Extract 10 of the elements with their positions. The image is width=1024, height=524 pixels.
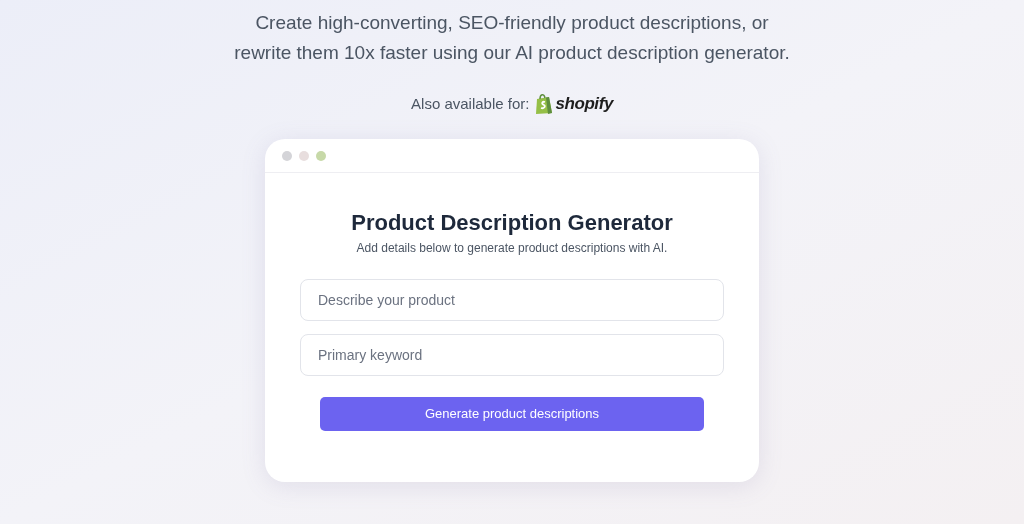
shopify-logo: shopify bbox=[555, 93, 613, 116]
generate-button[interactable]: Generate product descriptions bbox=[320, 397, 704, 431]
card-title: Product Description Generator bbox=[351, 209, 673, 237]
hero-text-line: Create high-converting, SEO-friendly product descriptions, or bbox=[255, 11, 769, 35]
input-field[interactable]: Primary keyword bbox=[300, 334, 724, 376]
card-subtitle: Add details below to generate product descriptions with AI. bbox=[356, 240, 668, 257]
availability-label: Also available for: bbox=[411, 93, 530, 114]
shopping-bag-icon bbox=[535, 93, 554, 115]
input-field[interactable]: Describe your product bbox=[300, 279, 724, 321]
hero-text-line: rewrite them 10x faster using our AI product description generator. bbox=[234, 41, 790, 65]
